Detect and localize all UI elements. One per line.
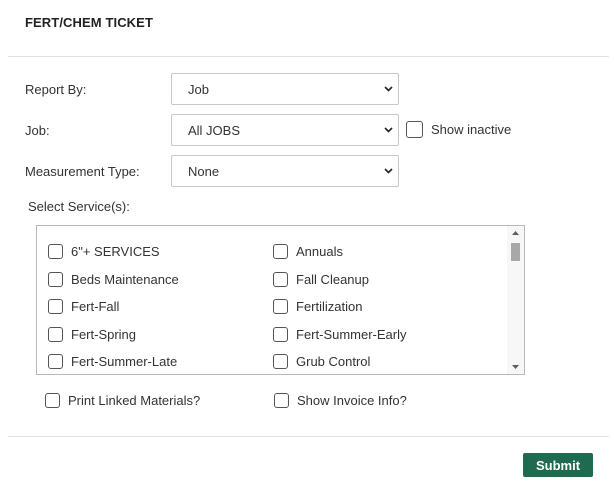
submit-button[interactable]: Submit — [523, 453, 593, 477]
scroll-up-arrow-icon[interactable] — [507, 226, 524, 240]
service-checkbox[interactable] — [273, 244, 288, 259]
service-label: 6"+ SERVICES — [71, 244, 160, 259]
service-label: Annuals — [296, 244, 343, 259]
show-inactive-checkbox[interactable] — [406, 121, 423, 138]
show-inactive-option[interactable]: Show inactive — [406, 121, 511, 138]
measurement-type-value: None — [188, 163, 220, 179]
service-label: Fert-Summer-Early — [296, 327, 407, 342]
print-linked-materials-option[interactable]: Print Linked Materials? — [45, 393, 200, 408]
service-label: Fall Cleanup — [296, 272, 369, 287]
service-item[interactable]: Fert-Summer-Early — [273, 327, 407, 342]
show-inactive-label: Show inactive — [431, 122, 512, 137]
chevron-down-icon — [384, 127, 393, 133]
service-checkbox[interactable] — [48, 244, 63, 259]
service-label: Beds Maintenance — [71, 272, 179, 287]
service-item[interactable]: Fert-Spring — [48, 327, 136, 342]
service-label: Fert-Fall — [71, 299, 120, 314]
service-item[interactable]: Fert-Fall — [48, 299, 119, 314]
report-by-value: Job — [188, 81, 209, 97]
service-checkbox[interactable] — [273, 272, 288, 287]
scroll-down-arrow-icon[interactable] — [507, 360, 524, 374]
show-invoice-info-option[interactable]: Show Invoice Info? — [274, 393, 407, 408]
scrollbar-thumb[interactable] — [511, 243, 520, 261]
show-invoice-info-checkbox[interactable] — [274, 393, 289, 408]
job-select[interactable]: All JOBS — [171, 114, 399, 146]
chevron-down-icon — [384, 86, 393, 92]
report-by-select[interactable]: Job — [171, 73, 399, 105]
service-item[interactable]: Fertilization — [273, 299, 362, 314]
select-services-label: Select Service(s): — [28, 199, 130, 214]
measurement-type-select[interactable]: None — [171, 155, 399, 187]
service-checkbox[interactable] — [273, 299, 288, 314]
service-checkbox[interactable] — [273, 354, 288, 369]
measurement-type-label: Measurement Type: — [25, 164, 140, 179]
services-list[interactable]: 6"+ SERVICES Annuals Beds Maintenance Fa… — [36, 225, 525, 375]
header-divider — [8, 56, 609, 57]
service-checkbox[interactable] — [48, 272, 63, 287]
service-item[interactable]: Fall Cleanup — [273, 272, 369, 287]
service-checkbox[interactable] — [273, 327, 288, 342]
print-linked-materials-label: Print Linked Materials? — [68, 393, 201, 408]
show-invoice-info-label: Show Invoice Info? — [297, 393, 407, 408]
dialog-title: FERT/CHEM TICKET — [25, 15, 153, 30]
footer-divider — [8, 436, 609, 437]
service-label: Fert-Spring — [71, 327, 137, 342]
service-label: Fertilization — [296, 299, 363, 314]
service-item[interactable]: Fert-Summer-Late — [48, 354, 177, 369]
print-linked-materials-checkbox[interactable] — [45, 393, 60, 408]
service-label: Grub Control — [296, 354, 371, 369]
service-checkbox[interactable] — [48, 327, 63, 342]
service-item[interactable]: Grub Control — [273, 354, 370, 369]
service-item[interactable]: Annuals — [273, 244, 343, 259]
service-checkbox[interactable] — [48, 299, 63, 314]
services-scrollbar[interactable] — [507, 226, 524, 374]
job-value: All JOBS — [188, 122, 241, 138]
service-checkbox[interactable] — [48, 354, 63, 369]
service-item[interactable]: Beds Maintenance — [48, 272, 179, 287]
service-item[interactable]: 6"+ SERVICES — [48, 244, 160, 259]
job-label: Job: — [25, 123, 50, 138]
chevron-down-icon — [384, 168, 393, 174]
report-by-label: Report By: — [25, 82, 87, 97]
service-label: Fert-Summer-Late — [71, 354, 178, 369]
fert-chem-ticket-dialog: FERT/CHEM TICKET Report By: Job Job: All… — [0, 0, 614, 493]
